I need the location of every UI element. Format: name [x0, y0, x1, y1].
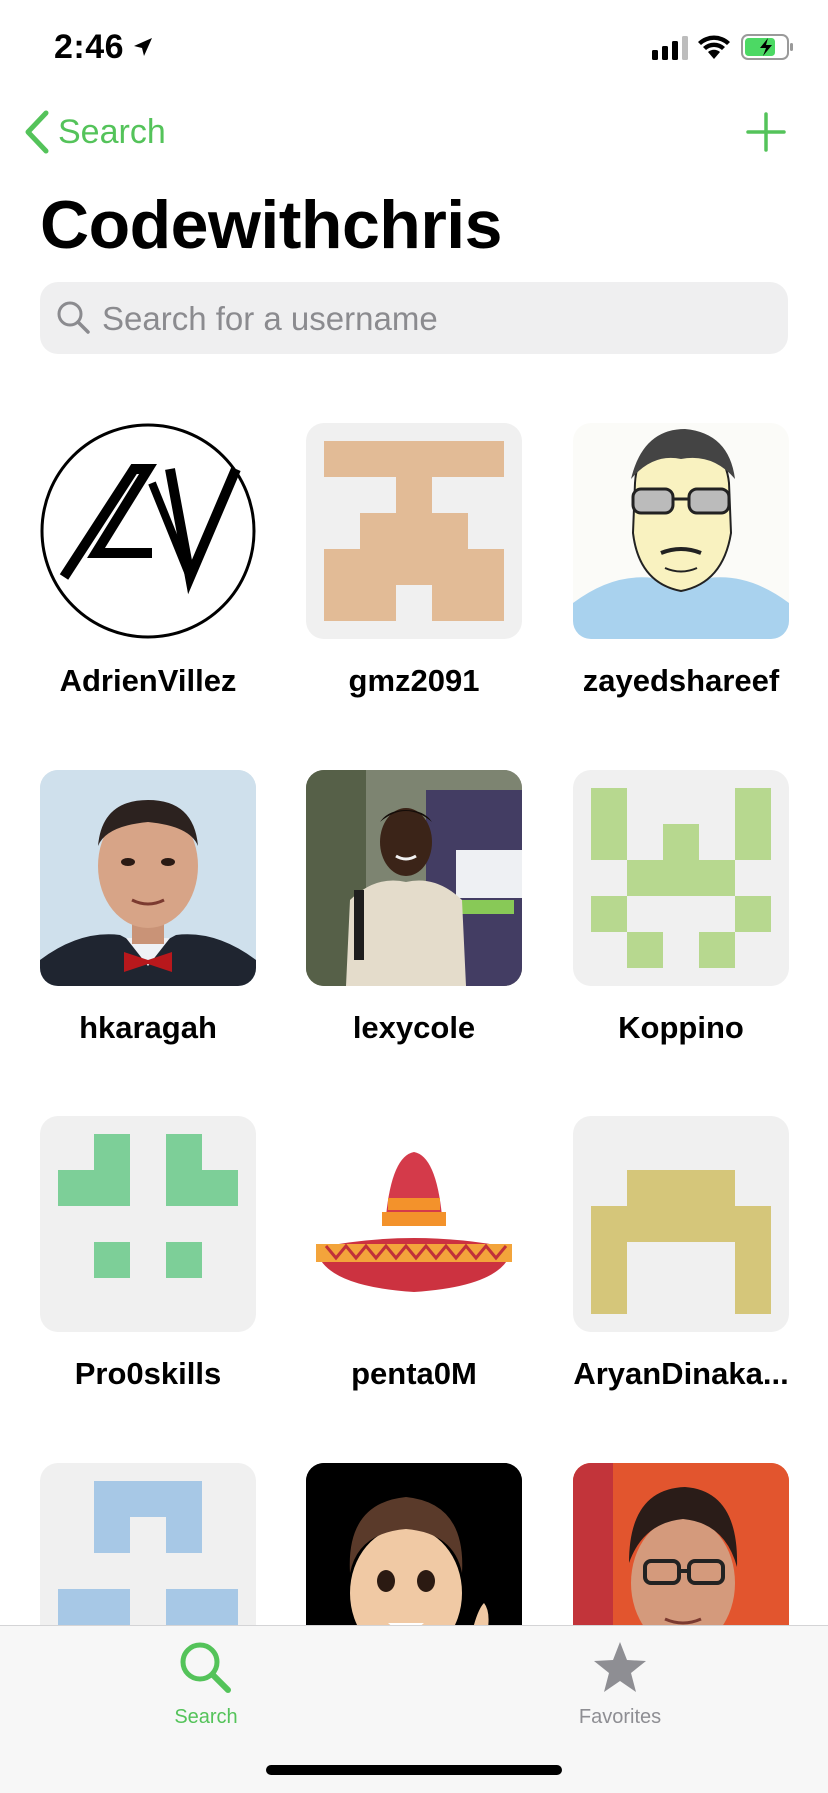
username-label: zayedshareef [582, 663, 780, 698]
user-cell[interactable]: Koppino [573, 770, 789, 1045]
username-label: hkaragah [79, 1010, 217, 1045]
user-cell[interactable] [40, 1463, 256, 1625]
user-cell[interactable]: gmz2091 [306, 423, 522, 698]
username-label: penta0M [351, 1356, 477, 1391]
home-indicator [266, 1765, 562, 1775]
user-cell[interactable]: penta0M [306, 1116, 522, 1391]
user-cell[interactable]: hkaragah [40, 770, 256, 1045]
user-cell[interactable] [573, 1463, 789, 1625]
username-label: gmz2091 [348, 663, 480, 698]
user-cell[interactable] [306, 1463, 522, 1625]
tab-search-label: Search [174, 1706, 238, 1728]
star-icon [594, 1642, 646, 1692]
tab-favorites-label: Favorites [578, 1706, 662, 1728]
username-label: Koppino [618, 1010, 744, 1045]
username-label: AdrienVillez [59, 663, 237, 698]
avatar [306, 770, 522, 986]
avatar [573, 1463, 789, 1625]
user-cell[interactable]: AdrienVillez [40, 423, 256, 698]
user-grid: AdrienVillez gmz2091 zayedshareef hkarag… [0, 0, 828, 1625]
avatar [40, 423, 256, 639]
avatar [306, 423, 522, 639]
avatar [573, 1116, 789, 1332]
username-label: AryanDinaka... [573, 1356, 789, 1391]
tab-favorites[interactable]: Favorites [520, 1626, 720, 1736]
username-label: lexycole [352, 1010, 476, 1045]
user-cell[interactable]: Pro0skills [40, 1116, 256, 1391]
user-cell[interactable]: zayedshareef [573, 423, 789, 698]
tab-search[interactable]: Search [106, 1626, 306, 1736]
avatar [40, 1463, 256, 1625]
avatar [40, 1116, 256, 1332]
avatar [306, 1116, 522, 1332]
avatar [306, 1463, 522, 1625]
user-cell[interactable]: AryanDinaka... [573, 1116, 789, 1391]
username-label: Pro0skills [74, 1356, 222, 1391]
avatar [573, 770, 789, 986]
user-cell[interactable]: lexycole [306, 770, 522, 1045]
avatar [573, 423, 789, 639]
search-icon [180, 1642, 231, 1693]
avatar [40, 770, 256, 986]
